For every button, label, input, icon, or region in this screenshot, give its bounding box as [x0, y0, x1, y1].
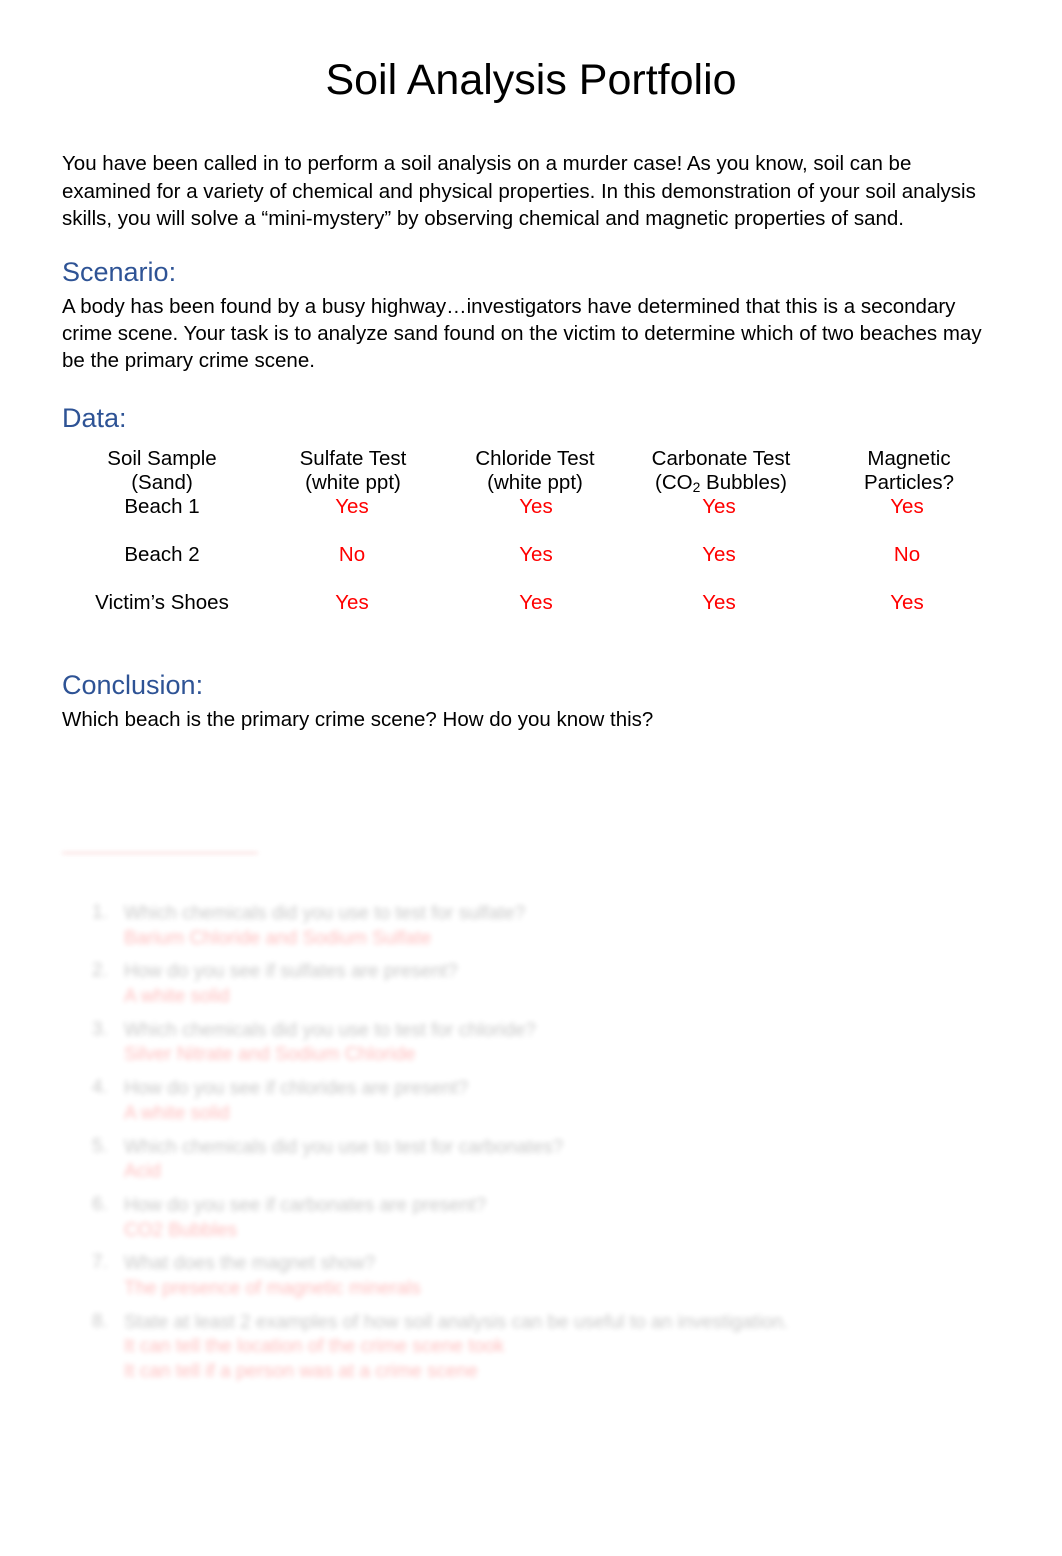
list-item: 6. How do you see if carbonates are pres…: [62, 1194, 862, 1243]
result-value: No: [338, 543, 366, 567]
page-title: Soil Analysis Portfolio: [325, 56, 737, 104]
list-item-answer: A white solid: [124, 986, 230, 1008]
conclusion-heading: Conclusion:: [62, 670, 204, 701]
list-item-number: 3.: [92, 1018, 108, 1040]
column-header-line1: Sulfate Test: [299, 446, 407, 470]
result-value: No: [893, 543, 921, 567]
column-header-carbonate-test: Carbonate Test (CO2 Bubbles): [626, 447, 816, 496]
list-item-question: How do you see if sulfates are present?: [124, 961, 458, 983]
table-header-row: Soil Sample (Sand) Sulfate Test (white p…: [62, 447, 1002, 496]
column-header-line2-post: Bubbles): [700, 470, 787, 494]
column-header-line2: (white ppt): [305, 470, 401, 494]
redacted-appendix: 1. Which chemicals did you use to test f…: [62, 840, 862, 1394]
cell-chloride-result: Yes: [444, 495, 626, 543]
list-item-answer: Barium Chloride and Sodium Sulfate: [124, 927, 432, 949]
column-header-line1: Carbonate Test: [651, 446, 791, 470]
list-item-answer: Silver Nitrate and Sodium Chloride: [124, 1044, 416, 1066]
column-header-line2: Particles?: [863, 470, 954, 494]
cell-sample-name: Beach 1: [124, 495, 200, 519]
column-header-magnetic-particles: Magnetic Particles?: [816, 447, 1002, 496]
cell-magnetic-result: Yes: [816, 495, 1002, 543]
result-value: Yes: [519, 591, 553, 615]
list-item-question: Which chemicals did you use to test for …: [124, 903, 526, 924]
table-row: Beach 1 Yes Yes Yes Yes: [62, 495, 1002, 543]
list-item-question: How do you see if carbonates are present…: [124, 1194, 487, 1216]
document-page: Soil Analysis Portfolio You have been ca…: [0, 0, 1062, 1556]
column-header-line2: (CO2 Bubbles): [626, 471, 816, 496]
list-item-number: 1.: [92, 902, 108, 923]
column-header-line2-pre: (CO: [655, 470, 693, 494]
list-item-number: 4.: [92, 1077, 108, 1099]
cell-sulfate-result: Yes: [262, 591, 444, 639]
list-item-answer: The presence of magnetic minerals: [124, 1277, 421, 1299]
cell-carbonate-result: Yes: [626, 591, 816, 639]
list-item-question: How do you see if chlorides are present?: [124, 1078, 469, 1100]
conclusion-prompt: Which beach is the primary crime scene? …: [62, 707, 654, 731]
list-item-question: Which chemicals did you use to test for …: [124, 1136, 564, 1158]
result-value: Yes: [335, 495, 369, 519]
list-item: 1. Which chemicals did you use to test f…: [62, 902, 862, 951]
soil-analysis-table: Soil Sample (Sand) Sulfate Test (white p…: [62, 447, 1002, 640]
cell-carbonate-result: Yes: [626, 543, 816, 591]
result-value: Yes: [519, 495, 553, 519]
result-value: Yes: [890, 495, 924, 519]
column-header-sulfate-test: Sulfate Test (white ppt): [262, 447, 444, 496]
list-item-question: State at least 2 examples of how soil an…: [124, 1311, 789, 1333]
column-header-line1: Magnetic: [867, 446, 951, 470]
list-item: 5. Which chemicals did you use to test f…: [62, 1136, 862, 1185]
table-row: Beach 2 No Yes Yes No: [62, 543, 1002, 591]
cell-sample-name: Victim’s Shoes: [95, 591, 229, 615]
scenario-paragraph: A body has been found by a busy highway……: [62, 294, 982, 373]
list-item: 8. State at least 2 examples of how soil…: [62, 1311, 862, 1385]
cell-magnetic-result: No: [816, 543, 1002, 591]
list-item-answer: It can tell the location of the crime sc…: [124, 1336, 505, 1358]
table-row: Victim’s Shoes Yes Yes Yes Yes: [62, 591, 1002, 639]
list-item: 4. How do you see if chlorides are prese…: [62, 1077, 862, 1126]
intro-paragraph: You have been called in to perform a soi…: [62, 152, 976, 230]
column-header-chloride-test: Chloride Test (white ppt): [444, 447, 626, 496]
list-item-number: 5.: [92, 1135, 108, 1157]
list-item-question: Which chemicals did you use to test for …: [124, 1019, 536, 1041]
column-header-line1: Soil Sample: [107, 446, 217, 470]
data-heading: Data:: [62, 403, 127, 434]
cell-sulfate-result: No: [262, 543, 444, 591]
cell-magnetic-result: Yes: [816, 591, 1002, 639]
cell-carbonate-result: Yes: [626, 495, 816, 543]
result-value: Yes: [335, 591, 369, 615]
list-item-answer: CO2 Bubbles: [124, 1219, 238, 1241]
column-header-line2: (Sand): [131, 470, 193, 494]
cell-sample-name: Beach 2: [124, 543, 200, 567]
result-value: Yes: [890, 591, 924, 615]
list-item-number: 8.: [92, 1310, 108, 1332]
list-item: 7. What does the magnet show? The presen…: [62, 1252, 862, 1301]
list-item: 3. Which chemicals did you use to test f…: [62, 1019, 862, 1068]
column-header-line2: (white ppt): [487, 470, 583, 494]
list-item-number: 6.: [92, 1193, 108, 1215]
list-item-number: 2.: [92, 960, 108, 982]
result-value: Yes: [702, 543, 736, 567]
cell-chloride-result: Yes: [444, 591, 626, 639]
appendix-divider: [62, 852, 258, 854]
column-header-soil-sample: Soil Sample (Sand): [62, 447, 262, 496]
cell-sulfate-result: Yes: [262, 495, 444, 543]
result-value: Yes: [702, 591, 736, 615]
column-header-line1: Chloride Test: [475, 446, 595, 470]
result-value: Yes: [702, 495, 736, 519]
list-item-question: What does the magnet show?: [124, 1253, 376, 1275]
list-item-answer: Acid: [124, 1161, 161, 1183]
appendix-question-list: 1. Which chemicals did you use to test f…: [62, 902, 862, 1385]
result-value: Yes: [519, 543, 553, 567]
scenario-heading: Scenario:: [62, 257, 177, 288]
list-item-number: 7.: [92, 1252, 108, 1274]
list-item: 2. How do you see if sulfates are presen…: [62, 960, 862, 1009]
cell-chloride-result: Yes: [444, 543, 626, 591]
list-item-answer: A white solid: [124, 1102, 230, 1124]
list-item-answer: It can tell if a person was at a crime s…: [124, 1361, 478, 1382]
